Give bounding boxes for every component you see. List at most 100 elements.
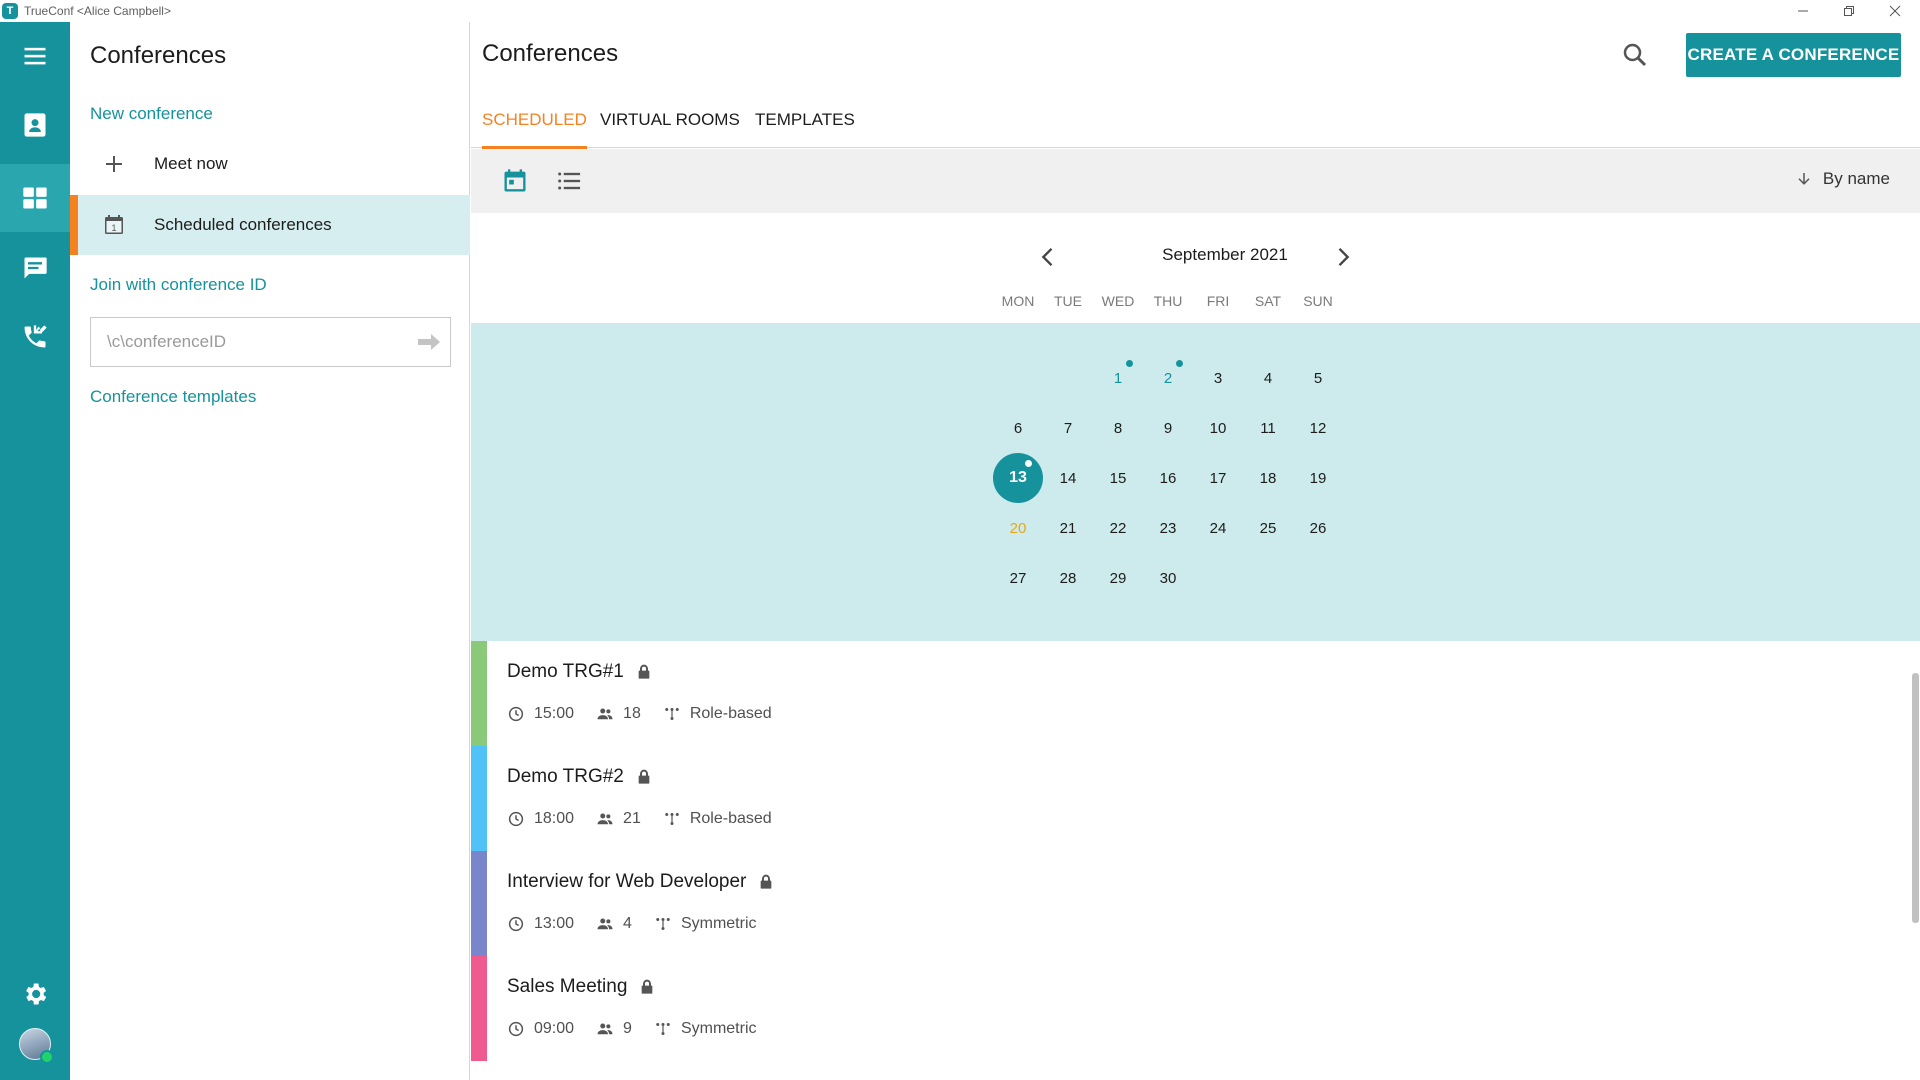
calendar-day-number: 30 <box>1159 569 1177 587</box>
calendar-day[interactable]: 3 <box>1193 353 1243 403</box>
calendar-day[interactable]: 7 <box>1043 403 1093 453</box>
calendar-day[interactable]: 28 <box>1043 553 1093 603</box>
calendar-day[interactable]: 24 <box>1193 503 1243 553</box>
calendar-day-number: 20 <box>1009 519 1027 537</box>
calendar-day[interactable]: 11 <box>1243 403 1293 453</box>
view-toolbar: By name <box>471 149 1920 213</box>
scheduled-conferences-item[interactable]: 1 Scheduled conferences <box>70 195 470 255</box>
meet-now-label: Meet now <box>154 154 228 173</box>
next-month-icon[interactable] <box>1329 243 1357 271</box>
conference-name-line: Demo TRG#2 <box>507 766 652 788</box>
calendar-day[interactable]: 1 <box>1093 353 1143 403</box>
conference-row[interactable]: Demo TRG#2 18:00 21 Role-based <box>471 746 1911 851</box>
calendar-day[interactable]: 17 <box>1193 453 1243 503</box>
close-button[interactable] <box>1872 0 1918 22</box>
page-title: Conferences <box>482 40 619 67</box>
calendar-view-icon[interactable] <box>501 167 529 195</box>
calendar-day[interactable]: 8 <box>1093 403 1143 453</box>
conference-row[interactable]: Interview for Web Developer 13:00 4 Symmetr… <box>471 851 1911 956</box>
contacts-nav[interactable] <box>0 91 70 159</box>
calendar-day[interactable]: 19 <box>1293 453 1343 503</box>
conference-row[interactable]: Sales Meeting 09:00 9 Symmetric <box>471 956 1911 1061</box>
window-title: TrueConf <Alice Campbell> <box>24 4 171 18</box>
list-view-icon[interactable] <box>555 167 583 195</box>
calendar-day-number: 14 <box>1059 469 1077 487</box>
calendar-day[interactable]: 25 <box>1243 503 1293 553</box>
main-panel: Conferences CREATE A CONFERENCE SCHEDULE… <box>471 22 1920 1080</box>
meet-now-item[interactable]: Meet now <box>70 134 470 194</box>
calendar-day[interactable]: 29 <box>1093 553 1143 603</box>
settings-button[interactable] <box>0 960 70 1028</box>
chats-nav[interactable] <box>0 234 70 302</box>
calendar-day[interactable]: 21 <box>1043 503 1093 553</box>
weekday-label: FRI <box>1206 293 1230 309</box>
menu-button[interactable] <box>0 22 70 90</box>
calendar-day-number: 18 <box>1259 469 1277 487</box>
menu-icon <box>24 47 46 65</box>
calendar-day[interactable]: 2 <box>1143 353 1193 403</box>
navigation-rail <box>0 22 70 1080</box>
calendar-day[interactable]: 20 <box>993 503 1043 553</box>
conferences-nav[interactable] <box>0 164 70 232</box>
call-history-icon <box>24 325 47 348</box>
conference-tabs: SCHEDULED VIRTUAL ROOMS TEMPLATES <box>471 108 1920 149</box>
call-history-nav[interactable] <box>0 303 70 371</box>
search-icon[interactable] <box>1620 40 1650 70</box>
calendar-day[interactable]: 18 <box>1243 453 1293 503</box>
event-indicator-dot <box>1126 360 1133 367</box>
conference-row[interactable]: Demo TRG#1 15:00 18 Role-based <box>471 641 1911 746</box>
minimize-button[interactable] <box>1780 0 1826 22</box>
calendar-day[interactable]: 13 <box>993 453 1043 503</box>
calendar-day-number: 1 <box>1113 369 1123 387</box>
calendar-day-number: 2 <box>1163 369 1173 387</box>
calendar-day[interactable]: 10 <box>1193 403 1243 453</box>
conferences-sidebar: Conferences New conference Meet now 1 Sc… <box>70 22 470 1080</box>
calendar-day[interactable]: 15 <box>1093 453 1143 503</box>
create-conference-button[interactable]: CREATE A CONFERENCE <box>1686 33 1901 77</box>
calendar-grid: 1 2 3 4 5 6 7 8 9 10 11 12 13 14 15 16 17 18 19 20 21 22 23 24 2… <box>471 323 1920 641</box>
conference-mode: Role-based <box>689 810 772 827</box>
calendar-day[interactable]: 27 <box>993 553 1043 603</box>
tab-virtual-rooms[interactable]: VIRTUAL ROOMS <box>600 108 740 148</box>
weekday-label: SAT <box>1254 293 1282 309</box>
tab-templates[interactable]: TEMPLATES <box>755 108 855 148</box>
restore-button[interactable] <box>1826 0 1872 22</box>
calendar-day[interactable]: 9 <box>1143 403 1193 453</box>
conference-id-input[interactable] <box>107 318 407 366</box>
calendar-day[interactable]: 30 <box>1143 553 1193 603</box>
calendar-day-number: 24 <box>1209 519 1227 537</box>
calendar-day[interactable]: 6 <box>993 403 1043 453</box>
conference-name: Demo TRG#2 <box>507 766 624 787</box>
calendar-day[interactable]: 22 <box>1093 503 1143 553</box>
calendar-day[interactable]: 5 <box>1293 353 1343 403</box>
conferences-icon <box>23 187 47 209</box>
clock-icon <box>508 706 524 722</box>
title-bar: T TrueConf <Alice Campbell> <box>0 0 1920 22</box>
calendar-day[interactable]: 16 <box>1143 453 1193 503</box>
arrow-right-icon[interactable] <box>416 331 442 353</box>
scrollbar-thumb[interactable] <box>1912 673 1919 923</box>
lock-icon <box>638 769 650 784</box>
new-conference-header: New conference <box>90 104 213 123</box>
tab-scheduled[interactable]: SCHEDULED <box>482 108 587 149</box>
calendar-day[interactable]: 26 <box>1293 503 1343 553</box>
calendar-day[interactable]: 4 <box>1243 353 1293 403</box>
previous-month-icon[interactable] <box>1034 243 1062 271</box>
calendar-header: September 2021 MON TUE WED THU FRI SAT SUN <box>471 213 1920 323</box>
plus-icon <box>106 156 122 172</box>
conference-meta: 13:00 4 Symmetric <box>507 915 779 933</box>
calendar-day[interactable]: 14 <box>1043 453 1093 503</box>
join-with-id-header: Join with conference ID <box>90 275 267 294</box>
conference-templates-link[interactable]: Conference templates <box>90 387 256 407</box>
calendar-day[interactable]: 23 <box>1143 503 1193 553</box>
conference-meta: 09:00 9 Symmetric <box>507 1020 779 1038</box>
calendar-day-number: 7 <box>1063 419 1073 437</box>
weekday-label: MON <box>1001 293 1035 309</box>
calendar-day[interactable]: 12 <box>1293 403 1343 453</box>
conference-meta: 18:00 21 Role-based <box>507 810 794 828</box>
calendar-day-number: 8 <box>1113 419 1123 437</box>
sort-by-name-button[interactable]: By name <box>1795 169 1890 189</box>
list-scrollbar[interactable] <box>1911 641 1920 1080</box>
participant-count: 4 <box>623 915 632 932</box>
trueconf-logo-icon: T <box>2 3 18 19</box>
